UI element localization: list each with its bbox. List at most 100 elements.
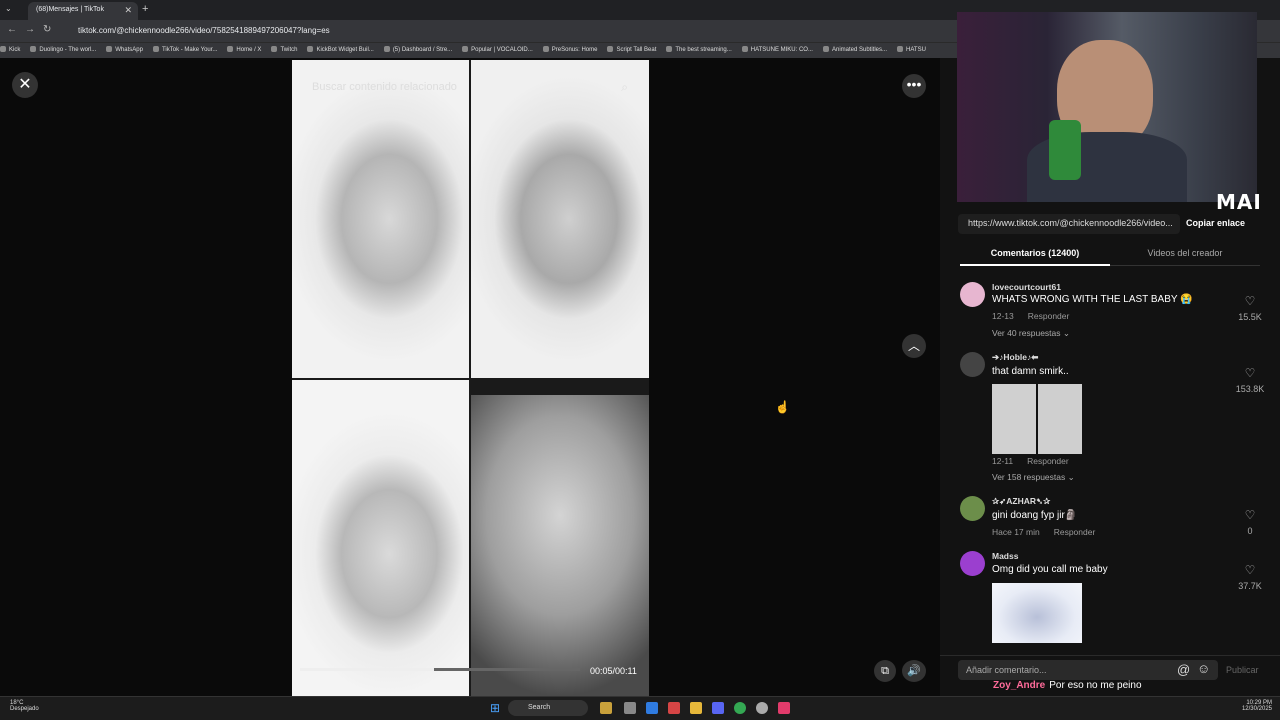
stream-chat-message: Zoy_Andre Por eso no me peino: [993, 680, 1142, 691]
avatar[interactable]: [960, 496, 985, 521]
heart-icon: ♡: [1244, 366, 1256, 380]
floating-player-icon[interactable]: ⧉: [874, 660, 896, 682]
bookmark-item[interactable]: KickBot Widget Buil...: [307, 43, 374, 58]
taskbar-search[interactable]: Search: [508, 700, 588, 716]
video-player[interactable]: [292, 60, 649, 696]
video-link-field[interactable]: https://www.tiktok.com/@chickennoodle266…: [958, 214, 1180, 234]
edge-icon[interactable]: [646, 702, 658, 714]
discord-icon[interactable]: [712, 702, 724, 714]
bookmark-icon: [542, 46, 549, 53]
like-button[interactable]: ♡ 15.5K: [1230, 294, 1270, 322]
avatar[interactable]: [960, 352, 985, 377]
back-icon[interactable]: ←: [7, 24, 17, 35]
bookmark-item[interactable]: HATSU: [897, 43, 926, 58]
bookmark-item[interactable]: (5) Dashboard / Stre...: [383, 43, 453, 58]
bookmark-item[interactable]: WhatsApp: [106, 43, 143, 58]
bookmark-item[interactable]: Twitch: [271, 43, 297, 58]
bookmark-label: Script Tall Beat: [616, 47, 657, 53]
task-view-icon[interactable]: [624, 702, 636, 714]
forward-icon[interactable]: →: [25, 24, 35, 35]
bookmark-item[interactable]: PreSonus: Home: [542, 43, 597, 58]
comment-text: WHATS WRONG WITH THE LAST BABY 😭: [992, 294, 1193, 305]
bookmark-icon: [741, 46, 748, 53]
bookmark-item[interactable]: Animated Subtitles...: [822, 43, 888, 58]
bookmark-item[interactable]: TikTok - Make Your...: [152, 43, 217, 58]
tab-comments[interactable]: Comentarios (12400): [960, 248, 1110, 258]
comment-item: Madss Omg did you call me baby ♡ 37.7K: [960, 551, 1270, 643]
reply-button[interactable]: Responder: [1054, 527, 1096, 537]
bookmark-item[interactable]: The best streaming...: [666, 43, 732, 58]
hand-cursor-icon: ☝: [775, 400, 790, 414]
reply-button[interactable]: Responder: [1027, 456, 1069, 466]
bookmark-item[interactable]: Kick: [0, 43, 20, 58]
emoji-icon[interactable]: ☺: [1197, 661, 1210, 676]
bookmark-icon: [897, 46, 904, 53]
system-clock[interactable]: 10:29 PM 12/30/2025: [1236, 700, 1272, 712]
bookmark-item[interactable]: Script Tall Beat: [607, 43, 656, 58]
comment-image[interactable]: [992, 583, 1082, 643]
reload-icon[interactable]: ↻: [43, 24, 51, 35]
comment-item: ✰➶AZHAR➷✰ gini doang fyp jir🗿 Hace 17 mi…: [960, 496, 1270, 540]
volume-icon[interactable]: 🔊: [902, 660, 926, 682]
video-frame-baby-1: [292, 60, 469, 378]
publish-button[interactable]: Publicar: [1226, 665, 1259, 675]
tab-search-icon[interactable]: ⌄: [5, 4, 12, 13]
comment-date: 12-13: [992, 311, 1014, 321]
bookmark-label: Twitch: [280, 47, 298, 53]
chrome-icon[interactable]: [734, 702, 746, 714]
related-search-input[interactable]: Buscar contenido relacionado ⌕: [300, 76, 634, 98]
comment-date: Hace 17 min: [992, 527, 1040, 537]
weather-widget[interactable]: 18°C Despejado: [10, 700, 39, 712]
widgets-icon[interactable]: [600, 702, 612, 714]
file-explorer-icon[interactable]: [690, 702, 702, 714]
search-icon[interactable]: ⌕: [621, 80, 628, 95]
bookmark-icon: [822, 46, 829, 53]
tab-creator-videos[interactable]: Videos del creador: [1110, 248, 1260, 258]
comment-username[interactable]: Madss: [992, 551, 1018, 561]
copy-link-button[interactable]: Copiar enlace: [1186, 218, 1245, 228]
comment-username[interactable]: lovecourtcourt61: [992, 282, 1061, 292]
settings-icon[interactable]: [756, 702, 768, 714]
heart-icon: ♡: [1244, 563, 1256, 577]
clock-date: 12/30/2025: [1241, 706, 1272, 712]
bookmark-label: KickBot Widget Buil...: [316, 47, 374, 53]
like-button[interactable]: ♡ 37.7K: [1230, 563, 1270, 591]
comment-meta: Hace 17 min Responder: [992, 527, 1095, 537]
music-app-icon[interactable]: [778, 702, 790, 714]
bookmark-item[interactable]: Popular | VOCALOID...: [462, 43, 533, 58]
bookmark-item[interactable]: HATSUNE MIKU: CO...: [741, 43, 813, 58]
reply-button[interactable]: Responder: [1028, 311, 1070, 321]
url-field[interactable]: tiktok.com/@chickennoodle266/video/75825…: [60, 23, 960, 39]
close-tab-icon[interactable]: ✕: [124, 5, 132, 16]
new-tab-icon[interactable]: +: [142, 3, 148, 15]
bookmark-label: Animated Subtitles...: [831, 47, 888, 53]
video-frame-baby-4: [471, 395, 649, 696]
like-button[interactable]: ♡ 0: [1230, 508, 1270, 536]
mention-icon[interactable]: @: [1177, 662, 1190, 677]
like-button[interactable]: ♡ 153.8K: [1230, 366, 1270, 394]
windows-start-icon[interactable]: ⊞: [490, 701, 500, 715]
bookmark-label: WhatsApp: [115, 47, 143, 53]
progress-fill: [300, 668, 434, 671]
bookmark-item[interactable]: Duolingo - The worl...: [30, 43, 96, 58]
comment-username[interactable]: ✰➶AZHAR➷✰: [992, 496, 1050, 507]
comment-date: 12-11: [992, 456, 1014, 466]
avatar[interactable]: [960, 551, 985, 576]
view-replies-link[interactable]: Ver 40 respuestas ⌄: [992, 328, 1070, 339]
bookmark-icon: [607, 46, 614, 53]
comment-image[interactable]: [992, 384, 1082, 454]
bookmark-label: (5) Dashboard / Stre...: [392, 47, 453, 53]
opera-icon[interactable]: [668, 702, 680, 714]
browser-tab[interactable]: (68)Mensajes | TikTok ✕: [28, 2, 138, 20]
avatar[interactable]: [960, 282, 985, 307]
bookmark-label: HATSUNE MIKU: CO...: [750, 47, 813, 53]
comment-username[interactable]: ➔♪Hoble♪⬅: [992, 352, 1038, 363]
previous-video-icon[interactable]: ︿: [902, 334, 926, 358]
close-icon[interactable]: ✕: [12, 72, 38, 98]
view-replies-link[interactable]: Ver 158 respuestas ⌄: [992, 472, 1075, 483]
comment-item: ➔♪Hoble♪⬅ that damn smirk.. 12-11 Respond…: [960, 352, 1270, 484]
bookmark-label: Popular | VOCALOID...: [471, 47, 533, 53]
more-options-icon[interactable]: •••: [902, 74, 926, 98]
bookmark-item[interactable]: Home / X: [227, 43, 261, 58]
comment-text: that damn smirk..: [992, 366, 1069, 377]
